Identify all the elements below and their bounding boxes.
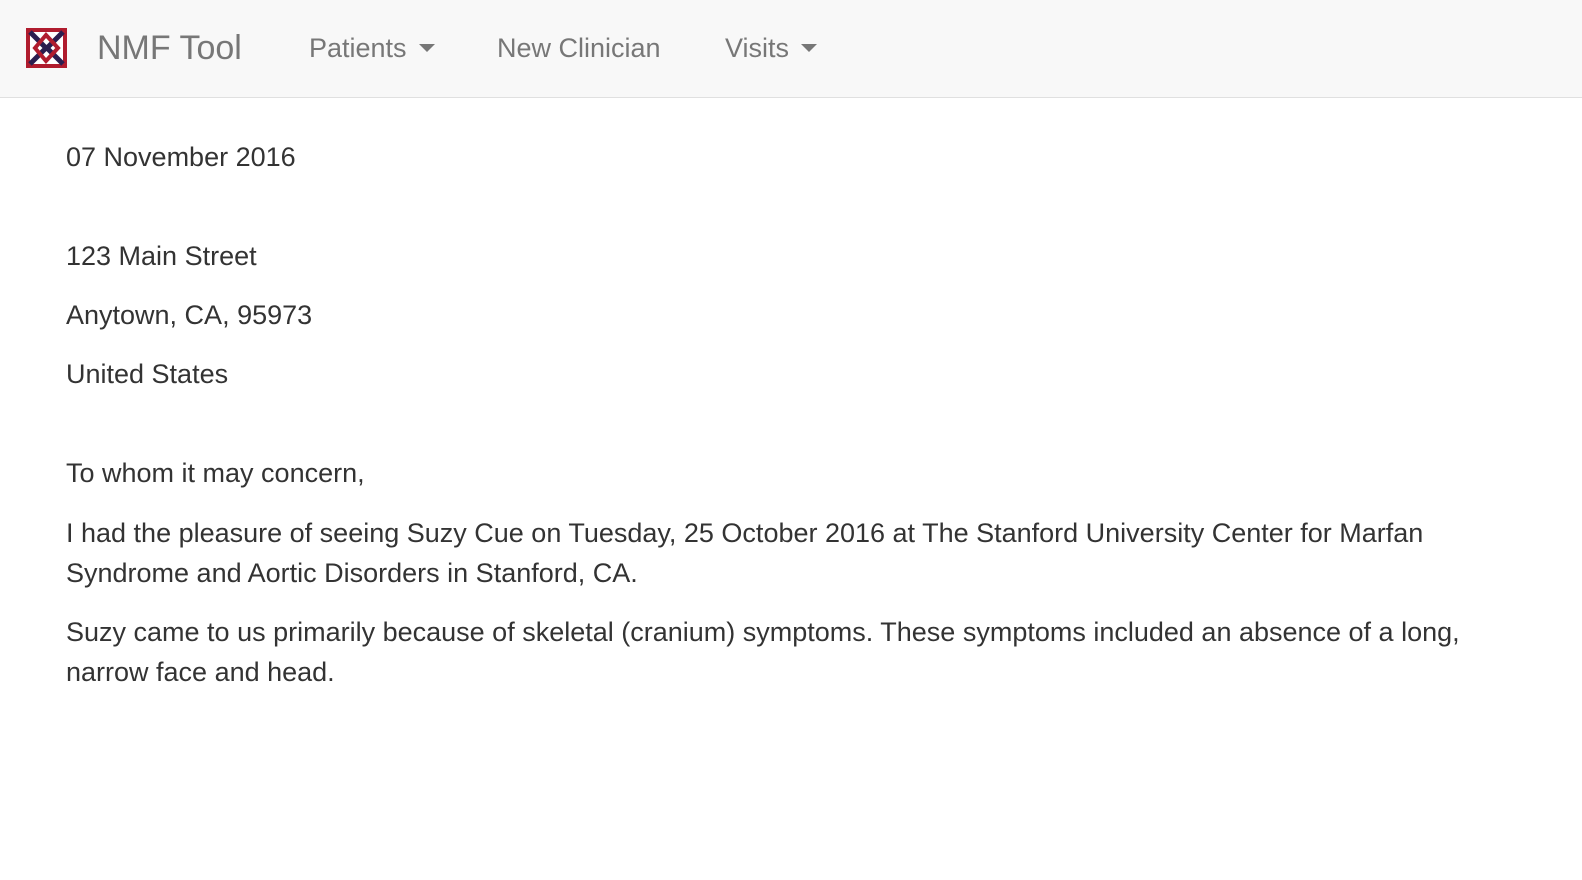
top-navbar: NMF Tool Patients New Clinician Visits [0, 0, 1582, 98]
caret-down-icon [418, 43, 435, 52]
letter-date: 07 November 2016 [66, 142, 296, 172]
letter-paragraph: I had the pleasure of seeing Suzy Cue on… [66, 518, 1424, 588]
nav-patients-dropdown[interactable]: Patients [309, 31, 435, 65]
address-street: 123 Main Street [66, 241, 257, 271]
nav-new-clinician[interactable]: New Clinician [497, 31, 661, 65]
nav-visits-dropdown[interactable]: Visits [725, 31, 818, 65]
letter-salutation: To whom it may concern, [66, 458, 365, 488]
nav-visits-label: Visits [725, 33, 790, 63]
nav-new-clinician-label: New Clinician [497, 33, 661, 63]
address-city-line: Anytown, CA, 95973 [66, 300, 313, 330]
caret-down-icon [801, 43, 818, 52]
nmf-logo-icon[interactable] [26, 27, 68, 69]
nav-patients-label: Patients [309, 33, 407, 63]
letter-paragraph: Suzy came to us primarily because of ske… [66, 617, 1460, 687]
address-country: United States [66, 359, 229, 389]
brand-link[interactable]: NMF Tool [97, 28, 242, 68]
